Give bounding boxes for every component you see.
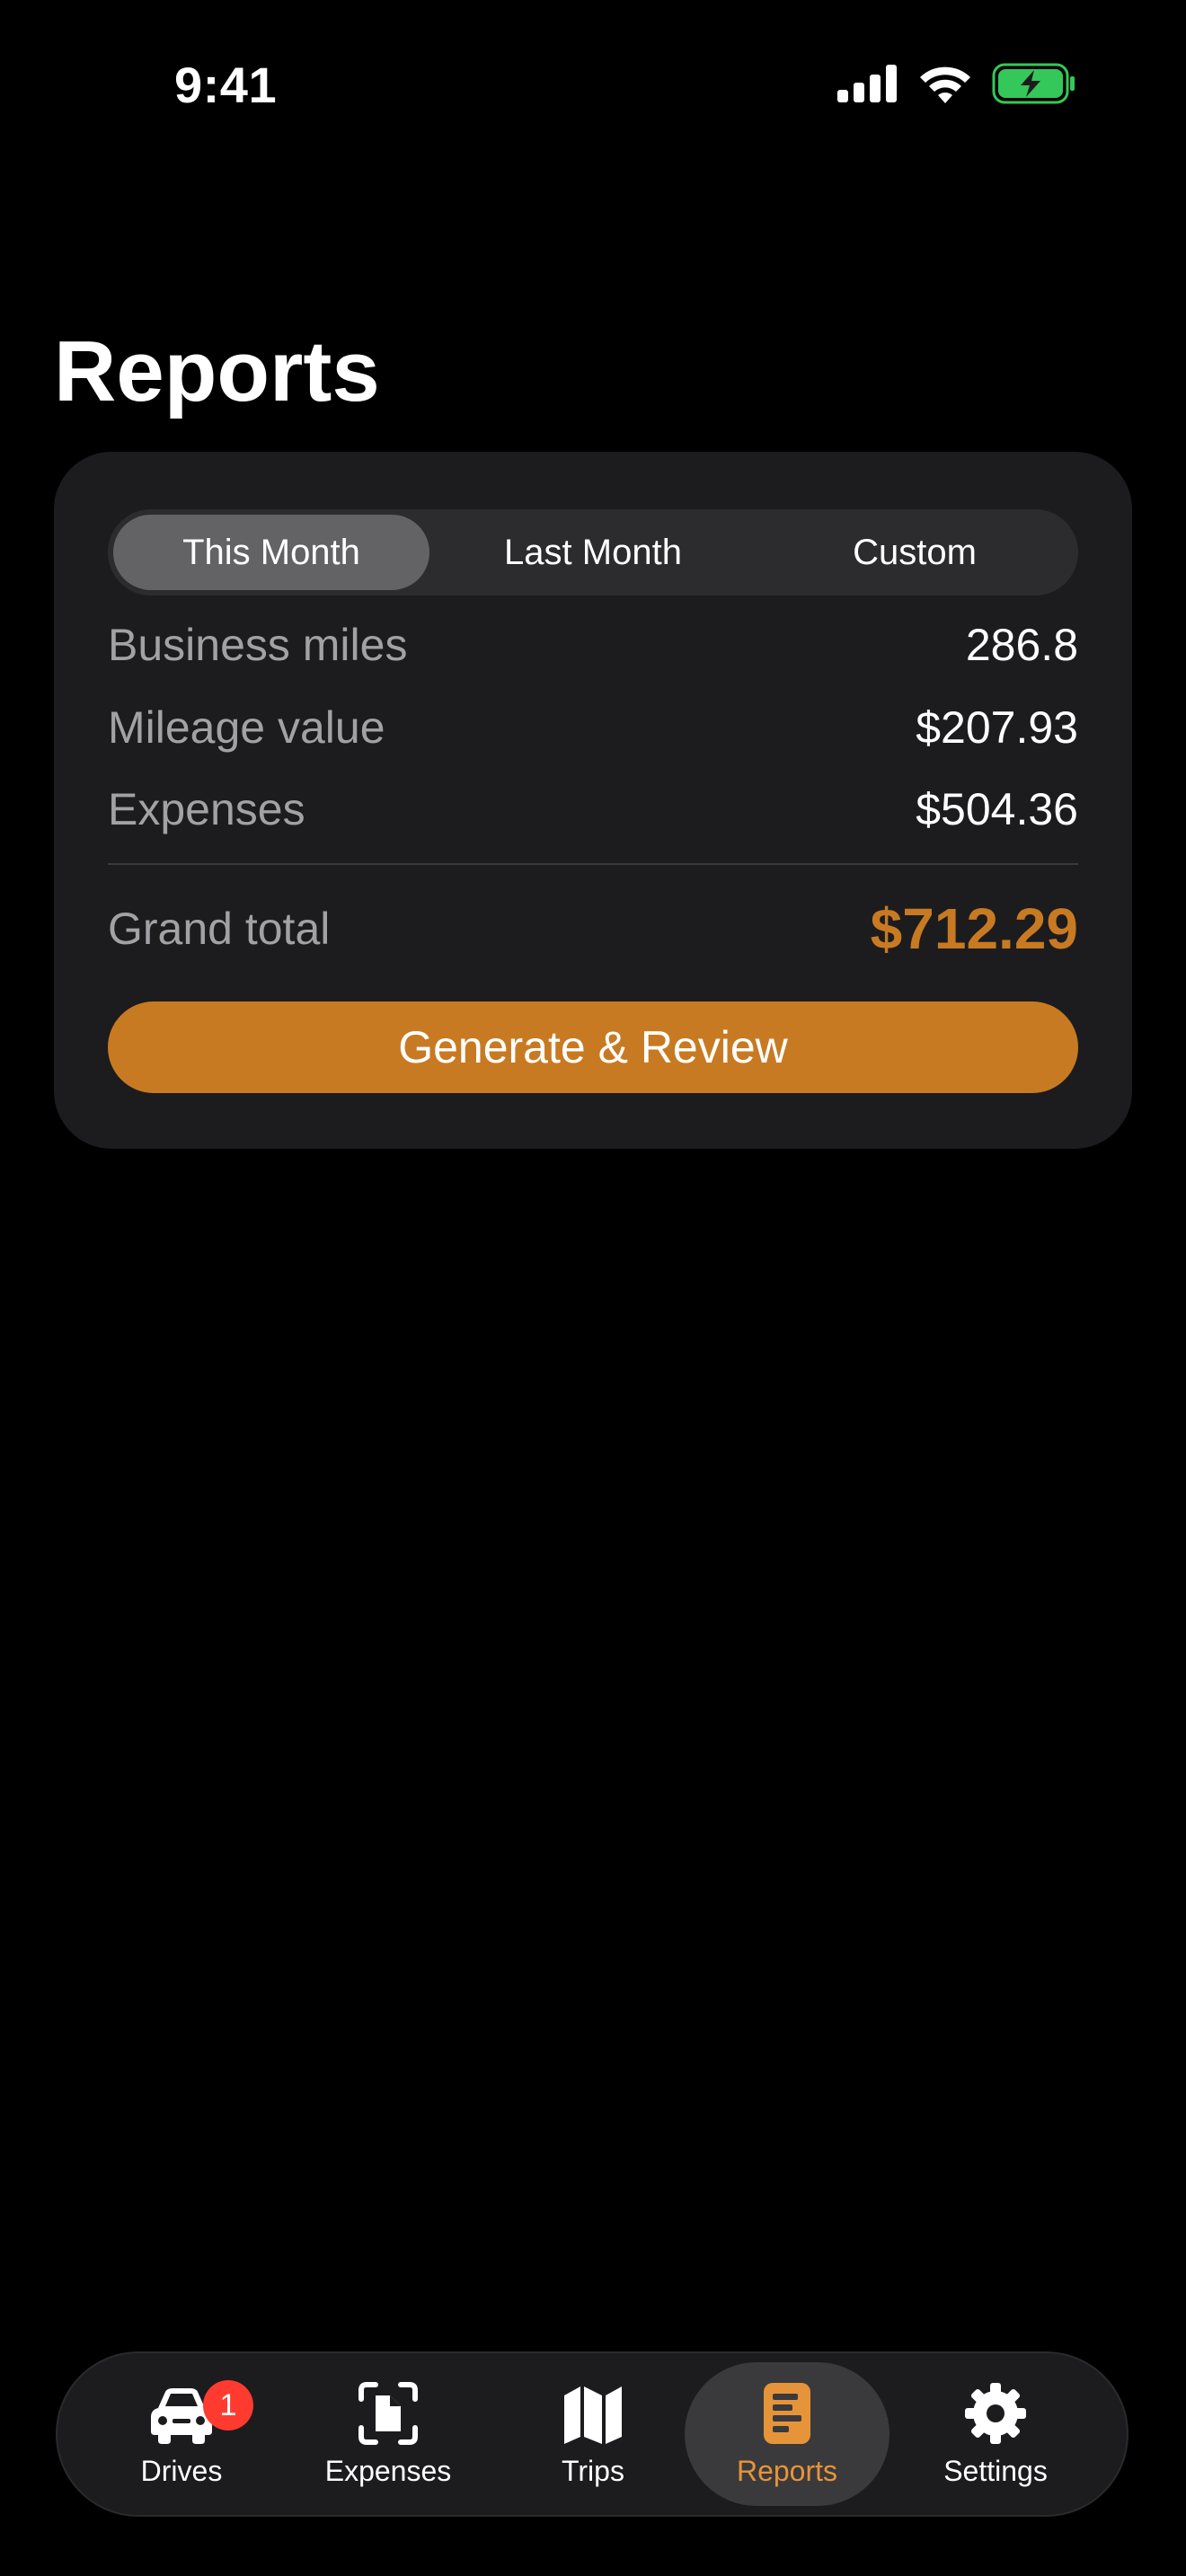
expenses-amount: $504.36: [916, 784, 1078, 834]
grand-total-row: Grand total $712.29: [108, 895, 1078, 962]
grand-total-amount: $712.29: [870, 896, 1078, 961]
wifi-icon: [920, 66, 970, 103]
tab-drives-label: Drives: [140, 2454, 223, 2487]
tab-bar: Drives 1 Expenses Trips Reports Settings: [56, 2351, 1128, 2517]
business-miles-value: 286.8: [965, 620, 1078, 670]
business-miles-row: Business miles 286.8: [108, 619, 1078, 671]
status-icons: [837, 63, 1076, 104]
gear-icon: [965, 2382, 1026, 2444]
segment-last-month[interactable]: Last Month: [435, 515, 751, 590]
period-segmented-control: This Month Last Month Custom: [108, 509, 1078, 595]
tab-expenses-label: Expenses: [324, 2454, 452, 2487]
tab-expenses[interactable]: Expenses: [286, 2362, 491, 2506]
expenses-row: Expenses $504.36: [108, 783, 1078, 835]
segment-custom[interactable]: Custom: [757, 515, 1073, 590]
expenses-label: Expenses: [108, 784, 305, 834]
drives-badge: 1: [203, 2380, 253, 2430]
report-document-icon: [764, 2382, 810, 2444]
cellular-signal-icon: [837, 65, 897, 102]
mileage-value-row: Mileage value $207.93: [108, 701, 1078, 754]
report-summary-card: This Month Last Month Custom Business mi…: [54, 452, 1132, 1149]
business-miles-label: Business miles: [108, 620, 408, 670]
tab-reports-label: Reports: [736, 2454, 838, 2487]
battery-charging-icon: [992, 63, 1075, 104]
segment-this-month[interactable]: This Month: [113, 515, 429, 590]
receipt-scan-icon: [358, 2381, 418, 2445]
summary-divider: [108, 863, 1078, 865]
grand-total-label: Grand total: [108, 904, 331, 954]
mileage-value-label: Mileage value: [108, 702, 385, 753]
page-title: Reports: [54, 323, 380, 419]
tab-trips-label: Trips: [562, 2454, 624, 2487]
tab-settings-label: Settings: [943, 2454, 1048, 2487]
mileage-value-amount: $207.93: [916, 702, 1078, 753]
map-icon: [564, 2386, 622, 2444]
tab-reports[interactable]: Reports: [685, 2362, 890, 2506]
status-time: 9:41: [174, 57, 278, 113]
tab-drives[interactable]: Drives 1: [79, 2362, 284, 2506]
generate-review-button[interactable]: Generate & Review: [108, 1001, 1078, 1093]
tab-settings[interactable]: Settings: [893, 2362, 1098, 2506]
tab-trips[interactable]: Trips: [491, 2362, 695, 2506]
